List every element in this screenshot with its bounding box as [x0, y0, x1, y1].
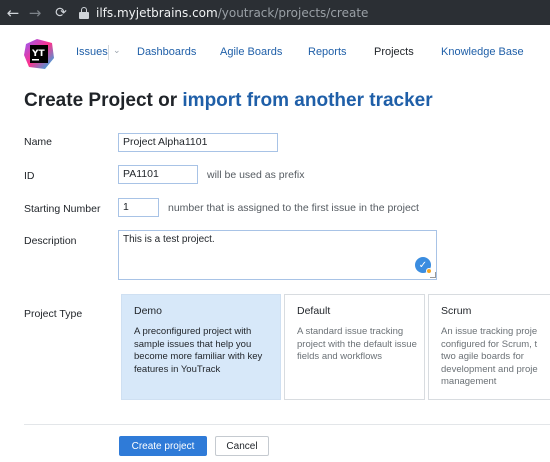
import-link[interactable]: import from another tracker [182, 90, 432, 111]
starting-number-field[interactable]: 1 [118, 198, 159, 217]
project-type-label: Project Type [24, 308, 83, 320]
address-bar[interactable]: ilfs.myjetbrains.com/youtrack/projects/c… [79, 6, 368, 20]
description-field[interactable]: This is a test project. [118, 230, 437, 280]
url-path: /youtrack/projects/create [217, 5, 369, 20]
svg-text:YT: YT [31, 49, 46, 59]
card-description: A preconfigured project with sample issu… [134, 326, 263, 375]
id-hint: will be used as prefix [207, 169, 305, 181]
project-type-default[interactable]: Default A standard issue tracking projec… [284, 294, 425, 400]
starting-number-label: Starting Number [24, 203, 101, 215]
nav-reports[interactable]: Reports [308, 46, 347, 58]
nav-knowledge-base[interactable]: Knowledge Base [441, 46, 524, 58]
create-project-button[interactable]: Create project [119, 436, 207, 456]
nav-divider [108, 45, 109, 60]
name-label: Name [24, 136, 53, 148]
starting-number-hint: number that is assigned to the first iss… [168, 202, 419, 214]
card-description: A standard issue tracking project with t… [297, 326, 417, 362]
url-host: ilfs.myjetbrains.com [96, 5, 218, 20]
project-type-scrum[interactable]: Scrum An issue tracking proje configured… [428, 294, 550, 400]
nav-agile-boards[interactable]: Agile Boards [220, 46, 282, 58]
cancel-button[interactable]: Cancel [215, 436, 269, 456]
nav-issues[interactable]: Issues [76, 46, 108, 58]
description-label: Description [24, 235, 77, 247]
reload-icon[interactable]: ⟳ [51, 0, 71, 25]
nav-dashboards[interactable]: Dashboards [137, 46, 196, 58]
id-label: ID [24, 170, 35, 182]
card-title: Scrum [441, 305, 472, 317]
nav-projects[interactable]: Projects [374, 46, 414, 58]
project-type-demo[interactable]: Demo A preconfigured project with sample… [121, 294, 281, 400]
browser-toolbar: ← → ⟳ ilfs.myjetbrains.com/youtrack/proj… [0, 0, 550, 25]
chevron-down-icon[interactable]: ⌄ [113, 46, 121, 56]
id-field[interactable]: PA1101 [118, 165, 198, 184]
forward-arrow-icon[interactable]: → [25, 0, 45, 25]
youtrack-logo[interactable]: YT [23, 38, 55, 70]
resize-handle-icon[interactable] [430, 272, 436, 278]
back-arrow-icon[interactable]: ← [3, 0, 23, 25]
card-description: An issue tracking proje configured for S… [441, 326, 538, 387]
page-title-text: Create Project or [24, 90, 183, 111]
card-title: Default [297, 305, 331, 317]
page-title: Create Project or import from another tr… [24, 90, 433, 112]
lock-icon [79, 6, 89, 19]
name-field[interactable]: Project Alpha1101 [118, 133, 278, 152]
footer-divider [24, 424, 550, 425]
card-title: Demo [134, 305, 163, 317]
